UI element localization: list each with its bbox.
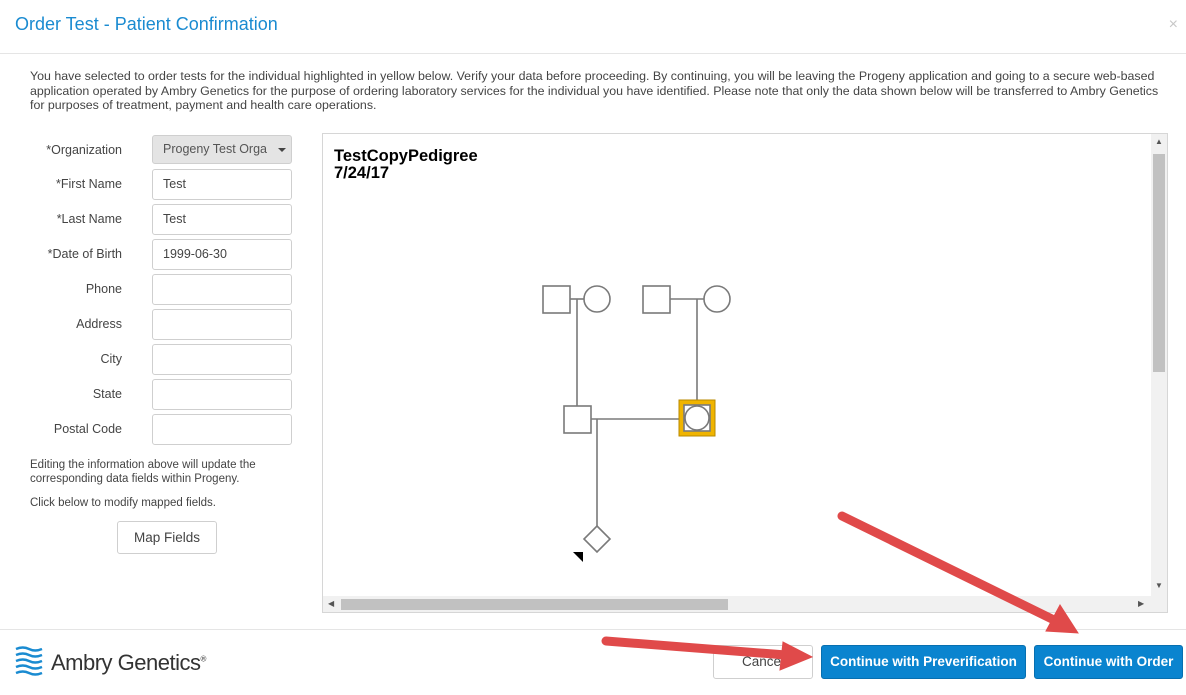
city-row: City [0,344,300,376]
logo-text: Ambry Genetics® [51,650,206,675]
organization-value: Progeny Test Orga [163,142,267,156]
dialog-footer: Ambry Genetics® Cancel Continue with Pre… [0,629,1186,695]
first-name-row: *First Name Test [0,169,300,201]
close-icon[interactable]: × [1169,16,1178,34]
dialog-header: Order Test - Patient Confirmation × [0,0,1186,54]
pedigree-canvas[interactable]: TestCopyPedigree 7/24/17 ▲ ▼ ◀ ▶ [322,133,1168,613]
ambry-logo: Ambry Genetics® [14,645,214,681]
scroll-right-icon[interactable]: ▶ [1138,600,1144,608]
grandmother-maternal[interactable] [703,285,731,313]
phone-row: Phone [0,274,300,306]
last-name-label: *Last Name [56,212,122,226]
vertical-scroll-thumb[interactable] [1153,154,1165,372]
postal-code-label: Postal Code [53,422,122,436]
postal-code-field[interactable] [152,414,292,445]
child-unknown-sex[interactable] [582,524,612,554]
dialog-title: Order Test - Patient Confirmation [15,14,278,34]
phone-field[interactable] [152,274,292,305]
dob-label: *Date of Birth [47,247,122,261]
proband-circle [684,405,710,431]
organization-row: *Organization Progeny Test Orga [0,135,300,167]
phone-label: Phone [85,282,122,296]
organization-select[interactable]: Progeny Test Orga [152,135,292,164]
edit-note: Editing the information above will updat… [30,459,256,485]
dob-row: *Date of Birth 1999-06-30 [0,239,300,271]
grandfather-maternal[interactable] [642,285,671,314]
city-label: City [100,352,122,366]
map-fields-button[interactable]: Map Fields [117,521,217,554]
city-field[interactable] [152,344,292,375]
pedigree-marker-icon [573,552,583,562]
pedigree-diagram [542,285,731,562]
first-name-label: *First Name [56,177,122,191]
continue-order-button[interactable]: Continue with Order [1034,645,1183,679]
scroll-up-icon[interactable]: ▲ [1155,138,1163,146]
scroll-left-icon[interactable]: ◀ [328,600,334,608]
first-name-field[interactable]: Test [152,169,292,200]
scroll-down-icon[interactable]: ▼ [1155,582,1163,590]
ambry-wave-icon [15,646,43,676]
address-label: Address [76,317,122,331]
state-field[interactable] [152,379,292,410]
intro-text: You have selected to order tests for the… [30,69,1159,112]
map-note: Click below to modify mapped fields. [30,497,216,509]
horizontal-scroll-thumb[interactable] [341,599,728,610]
address-row: Address [0,309,300,341]
continue-preverification-button[interactable]: Continue with Preverification [821,645,1026,679]
grandmother-paternal[interactable] [583,285,611,313]
last-name-field[interactable]: Test [152,204,292,235]
chevron-down-icon [278,148,286,152]
organization-label: *Organization [46,143,122,157]
father[interactable] [563,405,592,434]
address-field[interactable] [152,309,292,340]
last-name-row: *Last Name Test [0,204,300,236]
postal-code-row: Postal Code [0,414,300,446]
horizontal-scrollbar[interactable]: ◀ ▶ [323,596,1167,612]
cancel-button[interactable]: Cancel [713,645,813,679]
grandfather-paternal[interactable] [542,285,571,314]
state-label: State [92,387,122,401]
state-row: State [0,379,300,411]
vertical-scrollbar[interactable]: ▲ ▼ [1151,134,1167,597]
dob-field[interactable]: 1999-06-30 [152,239,292,270]
